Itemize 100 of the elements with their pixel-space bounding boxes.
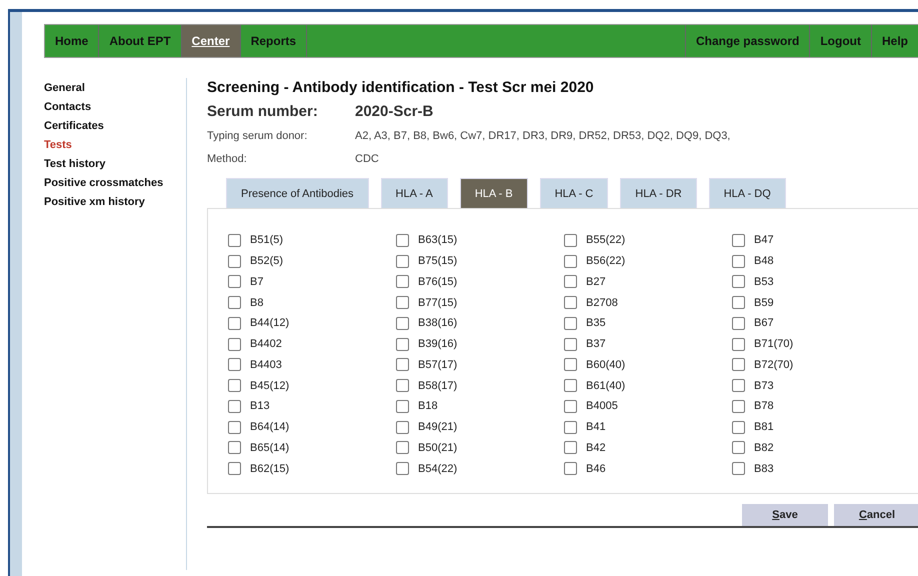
checkbox[interactable]	[564, 379, 577, 392]
action-button[interactable]: Save	[742, 504, 828, 526]
checkbox[interactable]	[228, 420, 241, 434]
checkbox[interactable]	[564, 338, 577, 351]
checkbox[interactable]	[732, 462, 745, 476]
checkbox[interactable]	[564, 316, 577, 330]
sidebar-item[interactable]: Test history	[44, 156, 186, 173]
checkbox[interactable]	[396, 316, 409, 330]
action-button[interactable]: Cancel	[834, 504, 918, 526]
checkbox-label: B4403	[250, 358, 282, 371]
sidebar-item[interactable]: Certificates	[44, 118, 186, 135]
checkbox[interactable]	[732, 400, 745, 413]
checkbox[interactable]	[564, 296, 577, 310]
checkbox-label: B55(22)	[586, 234, 626, 246]
checkbox[interactable]	[732, 275, 745, 288]
checkbox[interactable]	[396, 234, 409, 247]
checkbox[interactable]	[732, 296, 745, 310]
sidebar-item[interactable]: Positive xm history	[44, 194, 186, 211]
checkbox-label: B71(70)	[754, 338, 794, 350]
checkbox-label: B4402	[250, 338, 282, 350]
page-title: Screening - Antibody identification - Test Scr mei 2020	[207, 78, 595, 98]
checkbox[interactable]	[732, 234, 745, 247]
checkbox-label: B78	[754, 400, 774, 412]
checkbox[interactable]	[228, 338, 241, 351]
nav-link[interactable]: Reports	[240, 25, 308, 57]
checkbox-label: B18	[418, 400, 438, 412]
checkbox-label: B38(16)	[418, 317, 458, 330]
info-value: A2, A3, B7, B8, Bw6, Cw7, DR17, DR3, DR9, DR52, DR53, DQ2, DQ9, DQ3,	[355, 129, 730, 144]
checkbox-label: B42	[586, 442, 606, 454]
checkbox[interactable]	[396, 441, 409, 454]
serum-value: 2020-Scr-B	[355, 102, 434, 122]
checkbox[interactable]	[732, 420, 745, 434]
checkbox-label: B76(15)	[418, 276, 458, 288]
checkbox[interactable]	[228, 316, 241, 330]
nav-link[interactable]: Help	[870, 25, 918, 57]
checkbox-label: B47	[754, 234, 774, 246]
checkbox[interactable]	[564, 420, 577, 434]
checkbox[interactable]	[564, 358, 577, 372]
nav-link[interactable]: Logout	[809, 25, 871, 57]
sidebar-item[interactable]: Positive crossmatches	[44, 175, 186, 192]
checkbox[interactable]	[396, 462, 409, 476]
tab[interactable]: HLA - DR	[620, 178, 697, 208]
tab[interactable]: HLA - DQ	[708, 178, 786, 208]
checkbox[interactable]	[564, 441, 577, 454]
checkbox[interactable]	[228, 234, 241, 247]
nav-link[interactable]: Change password	[684, 25, 810, 57]
checkbox[interactable]	[732, 379, 745, 392]
checkbox[interactable]	[564, 234, 577, 247]
checkbox-label: B35	[586, 317, 606, 330]
checkbox-label: B75(15)	[418, 255, 458, 268]
checkbox-label: B48	[754, 255, 774, 268]
checkbox[interactable]	[396, 296, 409, 310]
checkbox[interactable]	[396, 254, 409, 268]
tab[interactable]: Presence of Antibodies	[226, 178, 369, 208]
checkbox[interactable]	[396, 420, 409, 434]
checkbox[interactable]	[396, 400, 409, 413]
checkbox[interactable]	[228, 379, 241, 392]
checkbox[interactable]	[228, 275, 241, 288]
checkbox[interactable]	[396, 379, 409, 392]
checkbox-label: B58(17)	[418, 380, 458, 392]
checkbox-label: B49(21)	[418, 421, 458, 434]
checkbox[interactable]	[564, 254, 577, 268]
checkbox-label: B46	[586, 462, 606, 475]
checkbox-label: B13	[250, 400, 270, 412]
nav-link[interactable]: Home	[45, 25, 100, 57]
checkbox[interactable]	[732, 254, 745, 268]
checkbox[interactable]	[732, 441, 745, 454]
checkbox[interactable]	[228, 254, 241, 268]
checkbox[interactable]	[732, 316, 745, 330]
checkbox[interactable]	[732, 338, 745, 351]
checkbox-label: B62(15)	[250, 462, 290, 475]
checkbox[interactable]	[228, 358, 241, 372]
tab[interactable]: HLA - B	[460, 178, 528, 208]
checkbox-label: B44(12)	[250, 317, 290, 330]
checkbox[interactable]	[396, 358, 409, 372]
nav-link[interactable]: Center	[182, 25, 241, 57]
checkbox[interactable]	[564, 275, 577, 288]
checkbox[interactable]	[564, 462, 577, 476]
checkbox-label: B37	[586, 338, 606, 350]
tab[interactable]: HLA - C	[540, 178, 608, 208]
checkbox-label: B77(15)	[418, 296, 458, 309]
checkbox[interactable]	[228, 441, 241, 454]
checkbox-label: B67	[754, 317, 774, 330]
checkbox[interactable]	[396, 275, 409, 288]
checkbox[interactable]	[228, 462, 241, 476]
checkbox[interactable]	[396, 338, 409, 351]
checkbox[interactable]	[732, 358, 745, 372]
checkbox[interactable]	[564, 400, 577, 413]
tab[interactable]: HLA - A	[380, 178, 448, 208]
checkbox-label: B50(21)	[418, 442, 458, 454]
checkbox[interactable]	[228, 400, 241, 413]
sidebar-item[interactable]: General	[44, 80, 186, 97]
checkbox-label: B39(16)	[418, 338, 458, 350]
checkbox[interactable]	[228, 296, 241, 310]
sidebar-item[interactable]: Contacts	[44, 99, 186, 116]
checkbox-label: B57(17)	[418, 358, 458, 371]
checkbox-label: B65(14)	[250, 442, 290, 454]
checkbox-label: B83	[754, 462, 774, 475]
sidebar-item[interactable]: Tests	[44, 137, 186, 154]
checkbox-label: B27	[586, 276, 606, 288]
